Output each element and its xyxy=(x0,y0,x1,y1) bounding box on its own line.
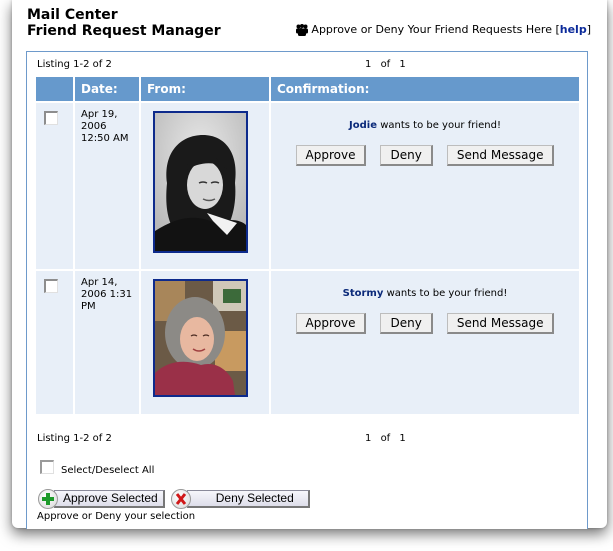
row-actions: Approve Deny Send Message xyxy=(272,313,578,334)
pagination-top: 1 of 1 xyxy=(365,59,406,70)
help-bracket-close: ] xyxy=(586,23,591,36)
friend-request-window: Mail Center Friend Request Manager Appro… xyxy=(12,0,607,529)
col-confirmation-header: Confirmation: xyxy=(271,77,579,101)
page-of: of xyxy=(380,59,391,70)
select-cell xyxy=(36,103,73,269)
date-line: Apr 14, xyxy=(81,277,118,288)
listing-count-bottom: Listing 1-2 of 2 xyxy=(37,433,112,444)
listing-count-top: Listing 1-2 of 2 xyxy=(37,59,112,70)
table-row: Apr 14, 2006 1:31 PM Stormy wants to be … xyxy=(36,271,579,414)
bulk-actions: Approve Selected Deny Selected xyxy=(38,488,310,509)
x-icon xyxy=(170,488,191,509)
requests-panel: Listing 1-2 of 2 1 of 1 Date: From: Conf… xyxy=(26,51,588,529)
select-all-label[interactable]: Select/Deselect All xyxy=(61,465,154,476)
page-current: 1 xyxy=(365,59,372,70)
date-line: 2006 1:31 xyxy=(81,289,133,300)
header-tagline: Approve or Deny Your Friend Requests Her… xyxy=(295,23,591,36)
col-date-header: Date: xyxy=(75,77,139,101)
confirmation-cell: Stormy wants to be your friend! Approve … xyxy=(271,271,579,414)
request-text: wants to be your friend! xyxy=(380,120,501,131)
select-cell xyxy=(36,271,73,414)
deny-selected-label: Deny Selected xyxy=(186,489,310,508)
col-from-header: From: xyxy=(141,77,269,101)
from-cell xyxy=(141,271,269,414)
friends-icon xyxy=(296,23,309,36)
sender-name-link[interactable]: Jodie xyxy=(349,120,377,131)
requests-table: Date: From: Confirmation: Apr 19, 2006 1… xyxy=(34,75,581,416)
deny-button[interactable]: Deny xyxy=(380,313,433,334)
send-message-button[interactable]: Send Message xyxy=(446,145,555,166)
title-friend-request-manager: Friend Request Manager xyxy=(27,23,221,39)
title-mail-center: Mail Center xyxy=(27,7,118,23)
date-line: Apr 19, xyxy=(81,109,118,120)
from-cell xyxy=(141,103,269,269)
approve-selected-button[interactable]: Approve Selected xyxy=(38,488,165,509)
page-title: Mail Center Friend Request Manager xyxy=(27,7,221,39)
deny-selected-button[interactable]: Deny Selected xyxy=(170,488,310,509)
approve-button[interactable]: Approve xyxy=(295,313,367,334)
row-actions: Approve Deny Send Message xyxy=(272,145,578,166)
plus-icon xyxy=(38,488,58,509)
pagination-bottom: 1 of 1 xyxy=(365,433,406,444)
sender-name-link[interactable]: Stormy xyxy=(343,288,384,299)
row-checkbox[interactable] xyxy=(44,279,58,293)
page-total: 1 xyxy=(399,59,406,70)
date-line: PM xyxy=(81,301,96,312)
date-line: 2006 xyxy=(81,121,107,132)
date-cell: Apr 14, 2006 1:31 PM xyxy=(75,271,139,414)
request-text: wants to be your friend! xyxy=(386,288,508,299)
request-message: Stormy wants to be your friend! xyxy=(272,288,578,299)
portrait-bw-image xyxy=(155,113,246,251)
page-total: 1 xyxy=(399,433,406,444)
send-message-button[interactable]: Send Message xyxy=(446,313,555,334)
confirmation-cell: Jodie wants to be your friend! Approve D… xyxy=(271,103,579,269)
select-all-checkbox[interactable] xyxy=(40,460,54,474)
page-of: of xyxy=(380,433,391,444)
request-message: Jodie wants to be your friend! xyxy=(272,120,578,131)
help-link[interactable]: help xyxy=(560,23,587,36)
deny-button[interactable]: Deny xyxy=(380,145,433,166)
sender-photo[interactable] xyxy=(153,279,248,397)
table-header-row: Date: From: Confirmation: xyxy=(36,77,579,101)
row-checkbox[interactable] xyxy=(44,111,58,125)
col-select-header xyxy=(36,77,73,101)
table-row: Apr 19, 2006 12:50 AM Jodie wants to be … xyxy=(36,103,579,269)
sender-photo[interactable] xyxy=(153,111,248,253)
date-line: 12:50 AM xyxy=(81,133,129,144)
select-all-control[interactable]: Select/Deselect All xyxy=(40,460,154,476)
page-current: 1 xyxy=(365,433,372,444)
tagline-text: Approve or Deny Your Friend Requests Her… xyxy=(311,23,552,36)
portrait-color-image xyxy=(155,281,246,395)
approve-button[interactable]: Approve xyxy=(295,145,367,166)
approve-selected-label: Approve Selected xyxy=(54,489,165,508)
date-cell: Apr 19, 2006 12:50 AM xyxy=(75,103,139,269)
bulk-note: Approve or Deny your selection xyxy=(37,511,196,522)
